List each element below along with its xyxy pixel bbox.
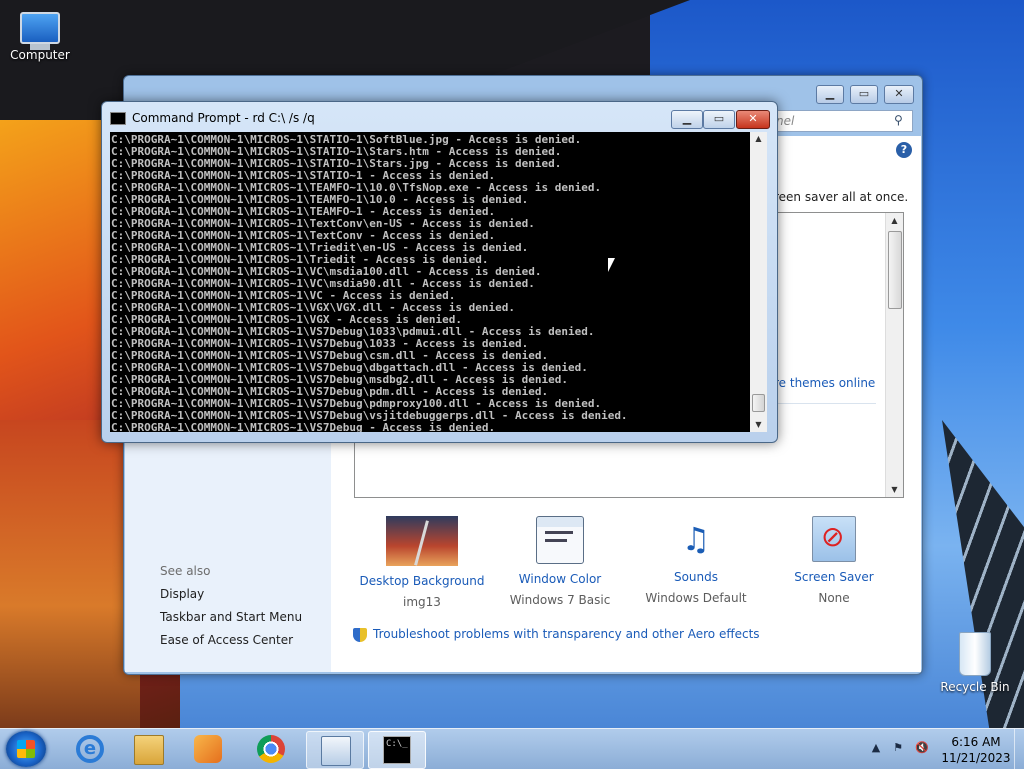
taskbar-windows-explorer[interactable] <box>120 731 176 767</box>
taskbar-chrome[interactable] <box>243 731 299 767</box>
desktop-background-icon <box>386 516 458 566</box>
clock-time: 6:16 AM <box>951 735 1001 749</box>
command-prompt-title[interactable]: Command Prompt - rd C:\ /s /q <box>110 111 315 125</box>
minimize-button[interactable]: ▁ <box>816 85 844 104</box>
console-scrollbar[interactable]: ▲ ▼ <box>750 132 767 432</box>
taskbar-command-prompt[interactable]: C:\_ <box>368 731 426 769</box>
see-also-link-ease-of-access[interactable]: Ease of Access Center <box>160 633 293 647</box>
media-player-icon <box>194 735 222 763</box>
internet-explorer-icon: e <box>76 735 104 763</box>
scroll-thumb[interactable] <box>888 231 902 309</box>
scroll-down-icon[interactable]: ▼ <box>886 482 903 497</box>
setting-value: Windows Default <box>645 591 747 605</box>
network-icon[interactable]: ⚑ <box>890 741 906 755</box>
command-prompt-icon: C:\_ <box>383 736 411 764</box>
control-panel-icon <box>321 736 351 766</box>
console-lines: C:\PROGRA~1\COMMON~1\MICROS~1\STATIO~1\S… <box>111 133 628 433</box>
sounds-setting[interactable]: ♫ Sounds Windows Default <box>631 516 761 605</box>
page-description: reen saver all at once. <box>774 190 909 204</box>
start-button[interactable] <box>6 731 46 767</box>
window-color-setting[interactable]: Window Color Windows 7 Basic <box>495 516 625 607</box>
see-also-link-display[interactable]: Display <box>160 587 204 601</box>
theme-list-scrollbar[interactable]: ▲ ▼ <box>885 213 903 497</box>
desktop-icon-label: Computer <box>10 48 70 62</box>
troubleshoot-label: Troubleshoot problems with transparency … <box>373 627 760 641</box>
desktop-icon-label: Recycle Bin <box>940 680 1010 694</box>
clock-date: 11/21/2023 <box>941 751 1011 765</box>
taskbar-media-player[interactable] <box>180 731 236 767</box>
setting-label[interactable]: Sounds <box>631 570 761 584</box>
desktop-icon-recycle-bin[interactable]: Recycle Bin <box>935 632 1015 694</box>
desktop-background-setting[interactable]: Desktop Background img13 <box>357 516 487 609</box>
console-output[interactable]: C:\PROGRA~1\COMMON~1\MICROS~1\STATIO~1\S… <box>110 132 758 432</box>
taskbar: e C:\_ ▲ ⚑ 🔇 6:16 AM 11/21/2023 <box>0 728 1024 769</box>
screen-saver-setting[interactable]: Screen Saver None <box>769 516 899 605</box>
mouse-pointer-icon <box>608 258 615 272</box>
taskbar-internet-explorer[interactable]: e <box>60 731 116 767</box>
computer-icon <box>20 12 60 50</box>
close-button[interactable]: ✕ <box>736 110 770 129</box>
desktop-icon-computer[interactable]: Computer <box>0 8 80 62</box>
troubleshoot-link[interactable]: Troubleshoot problems with transparency … <box>353 627 760 642</box>
wallpaper-warm-lower <box>0 420 140 728</box>
sounds-icon: ♫ <box>681 520 711 558</box>
window-color-icon <box>536 516 584 564</box>
windows-explorer-icon <box>134 735 164 765</box>
chrome-icon <box>257 735 285 763</box>
help-icon[interactable]: ? <box>896 142 912 158</box>
setting-label[interactable]: Window Color <box>495 572 625 586</box>
scroll-up-icon[interactable]: ▲ <box>886 213 903 228</box>
volume-muted-icon[interactable]: 🔇 <box>914 741 930 755</box>
search-input[interactable]: nel ⚲ <box>769 110 913 132</box>
command-prompt-window: Command Prompt - rd C:\ /s /q ▁ ▭ ✕ C:\P… <box>101 101 778 443</box>
taskbar-clock[interactable]: 6:16 AM 11/21/2023 <box>936 734 1016 766</box>
see-also-heading: See also <box>160 564 211 578</box>
scroll-thumb[interactable] <box>752 394 765 412</box>
get-more-themes-link[interactable]: re themes online <box>774 376 875 390</box>
setting-value: None <box>818 591 850 605</box>
search-icon[interactable]: ⚲ <box>894 113 908 127</box>
window-title: Command Prompt - rd C:\ /s /q <box>132 111 315 125</box>
setting-value: Windows 7 Basic <box>509 593 611 607</box>
setting-label[interactable]: Screen Saver <box>769 570 899 584</box>
maximize-button[interactable]: ▭ <box>703 110 735 129</box>
minimize-button[interactable]: ▁ <box>671 110 703 129</box>
maximize-button[interactable]: ▭ <box>850 85 878 104</box>
scroll-down-icon[interactable]: ▼ <box>750 418 767 432</box>
close-button[interactable]: ✕ <box>884 85 914 104</box>
scroll-up-icon[interactable]: ▲ <box>750 132 767 146</box>
command-prompt-icon <box>110 112 126 125</box>
show-desktop-button[interactable] <box>1014 729 1024 769</box>
setting-value: img13 <box>403 595 441 609</box>
taskbar-control-panel[interactable] <box>306 731 364 769</box>
setting-label[interactable]: Desktop Background <box>357 574 487 588</box>
theme-divider <box>774 403 876 404</box>
recycle-bin-icon <box>959 632 991 676</box>
windows-logo-icon <box>17 740 35 758</box>
show-hidden-icons-icon[interactable]: ▲ <box>868 741 884 755</box>
screen-saver-icon <box>812 516 856 562</box>
shield-icon <box>353 627 367 642</box>
see-also-link-taskbar[interactable]: Taskbar and Start Menu <box>160 610 302 624</box>
